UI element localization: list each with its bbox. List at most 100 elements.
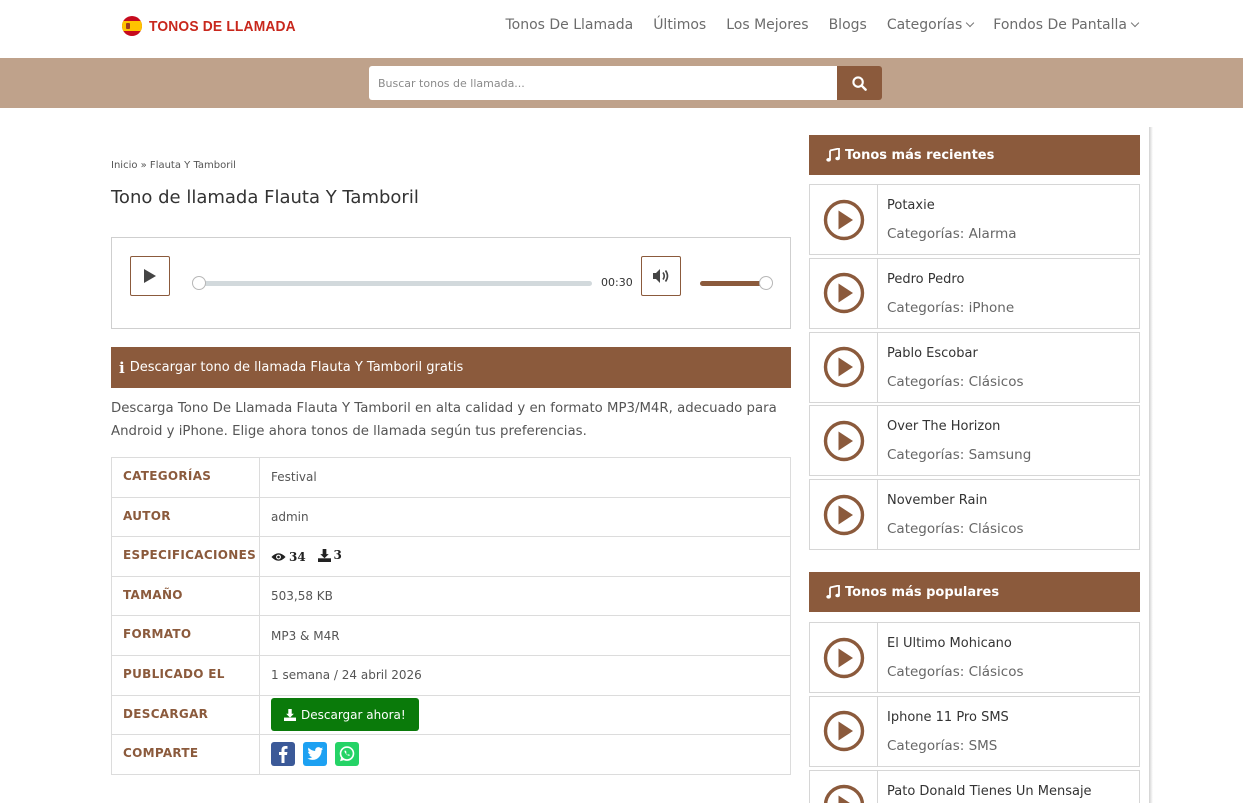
play-circle-icon <box>823 784 864 803</box>
tone-name[interactable]: Iphone 11 Pro SMS <box>887 710 1009 725</box>
table-row: DESCARGAR Descargar ahora! <box>111 694 791 736</box>
chevron-down-icon <box>1130 18 1140 28</box>
tone-category[interactable]: Categorías: Clásicos <box>887 664 1024 680</box>
tone-name[interactable]: Pablo Escobar <box>887 346 978 361</box>
tamano-label: TAMAÑO <box>111 575 260 617</box>
popular-tones-header: Tonos más populares <box>809 572 1140 612</box>
especificaciones-value: 34 3 <box>259 536 791 577</box>
search-icon <box>852 75 867 91</box>
tone-card[interactable]: Potaxie Categorías: Alarma <box>809 184 1140 255</box>
whatsapp-icon <box>339 746 355 762</box>
play-circle-icon <box>823 711 864 752</box>
progress-handle[interactable] <box>192 276 206 290</box>
nav-item-tonos[interactable]: Tonos De Llamada <box>505 17 633 33</box>
views-stat: 34 <box>271 550 306 564</box>
tone-play-button[interactable] <box>810 185 878 254</box>
tone-play-button[interactable] <box>810 406 878 476</box>
volume-level <box>700 281 765 286</box>
tone-play-button[interactable] <box>810 623 878 692</box>
audio-player: 00:30 <box>111 237 791 329</box>
tone-category[interactable]: Categorías: iPhone <box>887 300 1014 316</box>
play-circle-icon <box>823 199 864 240</box>
tone-name[interactable]: Potaxie <box>887 198 935 213</box>
page-title: Tono de llamada Flauta Y Tamboril <box>111 187 419 208</box>
play-icon <box>144 269 156 283</box>
tone-card[interactable]: Pato Donald Tienes Un Mensaje <box>809 769 1140 803</box>
download-section-title: Descargar tono de llamada Flauta Y Tambo… <box>129 360 464 375</box>
descargar-label: DESCARGAR <box>111 694 260 736</box>
tone-name[interactable]: November Rain <box>887 493 987 508</box>
nav-item-ultimos[interactable]: Últimos <box>653 17 706 33</box>
nav-item-blogs[interactable]: Blogs <box>829 17 867 33</box>
logo-text: TONOS DE LLAMADA <box>149 17 296 35</box>
download-icon <box>284 708 296 721</box>
details-table: CATEGORÍAS Festival AUTOR admin ESPECIFI… <box>111 457 791 775</box>
tone-card[interactable]: Iphone 11 Pro SMS Categorías: SMS <box>809 695 1140 767</box>
site-logo[interactable]: TONOS DE LLAMADA <box>122 16 309 36</box>
table-row: FORMATO MP3 & M4R <box>111 615 791 656</box>
progress-bar[interactable] <box>199 281 592 286</box>
tone-play-button[interactable] <box>810 332 878 402</box>
autor-value: admin <box>259 496 791 538</box>
tone-play-button[interactable] <box>810 258 878 328</box>
ringtone-description: Descarga Tono De Llamada Flauta Y Tambor… <box>111 401 777 439</box>
descargar-value: Descargar ahora! <box>259 694 791 736</box>
music-note-icon <box>826 585 840 599</box>
downloads-count: 3 <box>333 548 342 563</box>
tone-name[interactable]: Pedro Pedro <box>887 272 964 287</box>
mute-button[interactable] <box>641 256 681 296</box>
info-icon: i <box>119 358 125 377</box>
comparte-label: COMPARTE <box>111 734 260 775</box>
tone-name[interactable]: El Ultimo Mohicano <box>887 636 1012 651</box>
popular-tones-title: Tonos más populares <box>845 584 1000 600</box>
categorias-label: CATEGORÍAS <box>111 457 260 498</box>
facebook-share-button[interactable] <box>271 742 295 767</box>
download-section-header: i Descargar tono de llamada Flauta Y Tam… <box>111 347 791 388</box>
twitter-share-button[interactable] <box>303 742 327 767</box>
tone-card[interactable]: El Ultimo Mohicano Categorías: Clásicos <box>809 622 1140 693</box>
tone-category[interactable]: Categorías: Clásicos <box>887 521 1024 537</box>
tone-card[interactable]: Pedro Pedro Categorías: iPhone <box>809 257 1140 329</box>
search-button[interactable] <box>837 66 882 100</box>
especificaciones-label: ESPECIFICACIONES <box>111 536 260 577</box>
categorias-value[interactable]: Festival <box>259 457 791 498</box>
tone-category[interactable]: Categorías: Alarma <box>887 226 1017 242</box>
tone-category[interactable]: Categorías: Samsung <box>887 447 1031 463</box>
nav-item-categorias[interactable]: Categorías <box>887 17 975 33</box>
tone-name[interactable]: Pato Donald Tienes Un Mensaje <box>887 784 1092 799</box>
formato-label: FORMATO <box>111 615 260 656</box>
play-button[interactable] <box>130 256 170 296</box>
tone-name[interactable]: Over The Horizon <box>887 419 1000 434</box>
comparte-value <box>259 734 791 775</box>
tone-play-button[interactable] <box>810 480 878 550</box>
spain-flag-icon <box>122 16 142 36</box>
volume-slider[interactable] <box>700 281 765 286</box>
table-row: TAMAÑO 503,58 KB <box>111 575 791 617</box>
whatsapp-share-button[interactable] <box>335 742 359 767</box>
volume-handle[interactable] <box>759 276 773 290</box>
nav-item-los-mejores[interactable]: Los Mejores <box>726 17 808 33</box>
tone-play-button[interactable] <box>810 696 878 766</box>
tone-card[interactable]: Pablo Escobar Categorías: Clásicos <box>809 331 1140 403</box>
breadcrumb[interactable]: Inicio » Flauta Y Tamboril <box>111 160 236 171</box>
nav-item-fondos[interactable]: Fondos De Pantalla <box>993 17 1140 33</box>
tone-play-button[interactable] <box>810 770 878 803</box>
tamano-value: 503,58 KB <box>259 575 791 617</box>
volume-icon <box>653 269 669 283</box>
play-circle-icon <box>823 420 864 462</box>
download-now-button[interactable]: Descargar ahora! <box>271 698 419 732</box>
table-row: AUTOR admin <box>111 496 791 538</box>
tone-category[interactable]: Categorías: SMS <box>887 738 997 754</box>
play-circle-icon <box>823 273 864 314</box>
eye-icon <box>271 552 286 561</box>
formato-value: MP3 & M4R <box>259 615 791 656</box>
tone-category[interactable]: Categorías: Clásicos <box>887 374 1024 390</box>
search-input[interactable] <box>369 66 837 100</box>
download-now-label: Descargar ahora! <box>301 707 406 722</box>
tone-card[interactable]: November Rain Categorías: Clásicos <box>809 479 1140 551</box>
tone-card[interactable]: Over The Horizon Categorías: Samsung <box>809 405 1140 477</box>
twitter-icon <box>306 747 323 761</box>
views-count: 34 <box>289 549 306 564</box>
recent-tones-header: Tonos más recientes <box>809 135 1140 175</box>
play-circle-icon <box>823 346 864 388</box>
